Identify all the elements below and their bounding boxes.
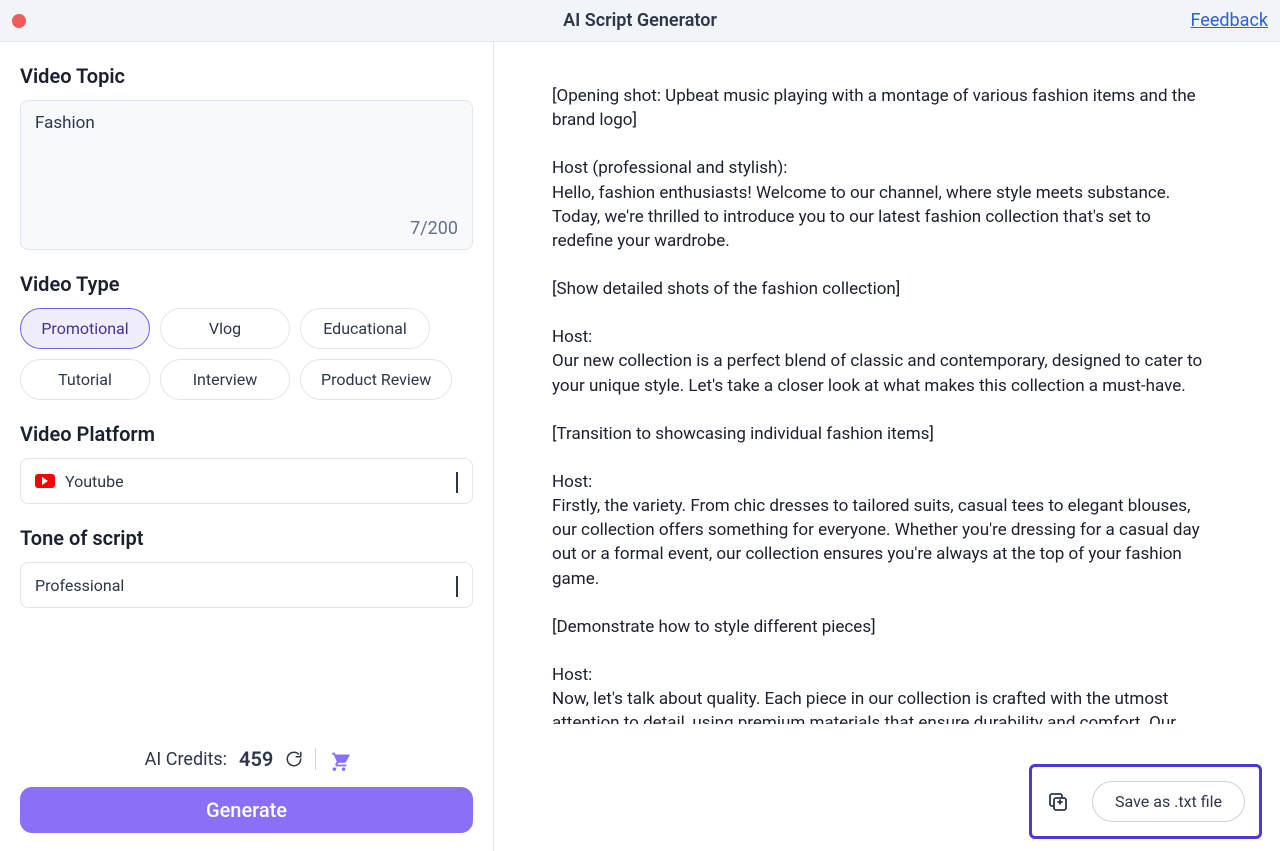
platform-select[interactable]: Youtube (20, 458, 473, 504)
video-type-label: Video Type (20, 272, 473, 296)
video-topic-input[interactable] (35, 113, 458, 223)
cart-icon[interactable] (328, 749, 348, 769)
platform-value: Youtube (65, 472, 124, 491)
tone-value: Professional (35, 576, 124, 595)
chevron-down-icon (456, 576, 458, 595)
app-title: AI Script Generator (563, 10, 717, 31)
divider (315, 748, 316, 770)
right-panel: [Opening shot: Upbeat music playing with… (494, 42, 1280, 851)
chip-educational[interactable]: Educational (300, 308, 430, 349)
feedback-link[interactable]: Feedback (1191, 10, 1268, 31)
chip-interview[interactable]: Interview (160, 359, 290, 400)
topic-input-container: 7/200 (20, 100, 473, 250)
youtube-icon (35, 474, 55, 488)
video-topic-label: Video Topic (20, 64, 473, 88)
credits-row: AI Credits: 459 (20, 747, 473, 771)
credits-value: 459 (239, 747, 273, 771)
chip-product-review[interactable]: Product Review (300, 359, 452, 400)
chip-vlog[interactable]: Vlog (160, 308, 290, 349)
script-output[interactable]: [Opening shot: Upbeat music playing with… (552, 84, 1230, 724)
bottom-bar: AI Credits: 459 Generate (20, 747, 473, 833)
char-counter: 7/200 (410, 218, 458, 239)
titlebar: AI Script Generator Feedback (0, 0, 1280, 42)
left-panel: Video Topic 7/200 Video Type Promotional… (0, 42, 494, 851)
chip-tutorial[interactable]: Tutorial (20, 359, 150, 400)
save-block-highlight: Save as .txt file (1029, 764, 1262, 839)
save-txt-button[interactable]: Save as .txt file (1092, 781, 1245, 822)
tone-label: Tone of script (20, 526, 473, 550)
video-type-chips: Promotional Vlog Educational Tutorial In… (20, 308, 473, 400)
close-window-dot[interactable] (12, 14, 26, 28)
generate-button[interactable]: Generate (20, 787, 473, 833)
video-platform-label: Video Platform (20, 422, 473, 446)
credits-label: AI Credits: (145, 749, 227, 770)
refresh-icon[interactable] (285, 750, 303, 768)
chip-promotional[interactable]: Promotional (20, 308, 150, 349)
copy-icon[interactable] (1046, 790, 1070, 814)
tone-select[interactable]: Professional (20, 562, 473, 608)
chevron-down-icon (456, 472, 458, 491)
